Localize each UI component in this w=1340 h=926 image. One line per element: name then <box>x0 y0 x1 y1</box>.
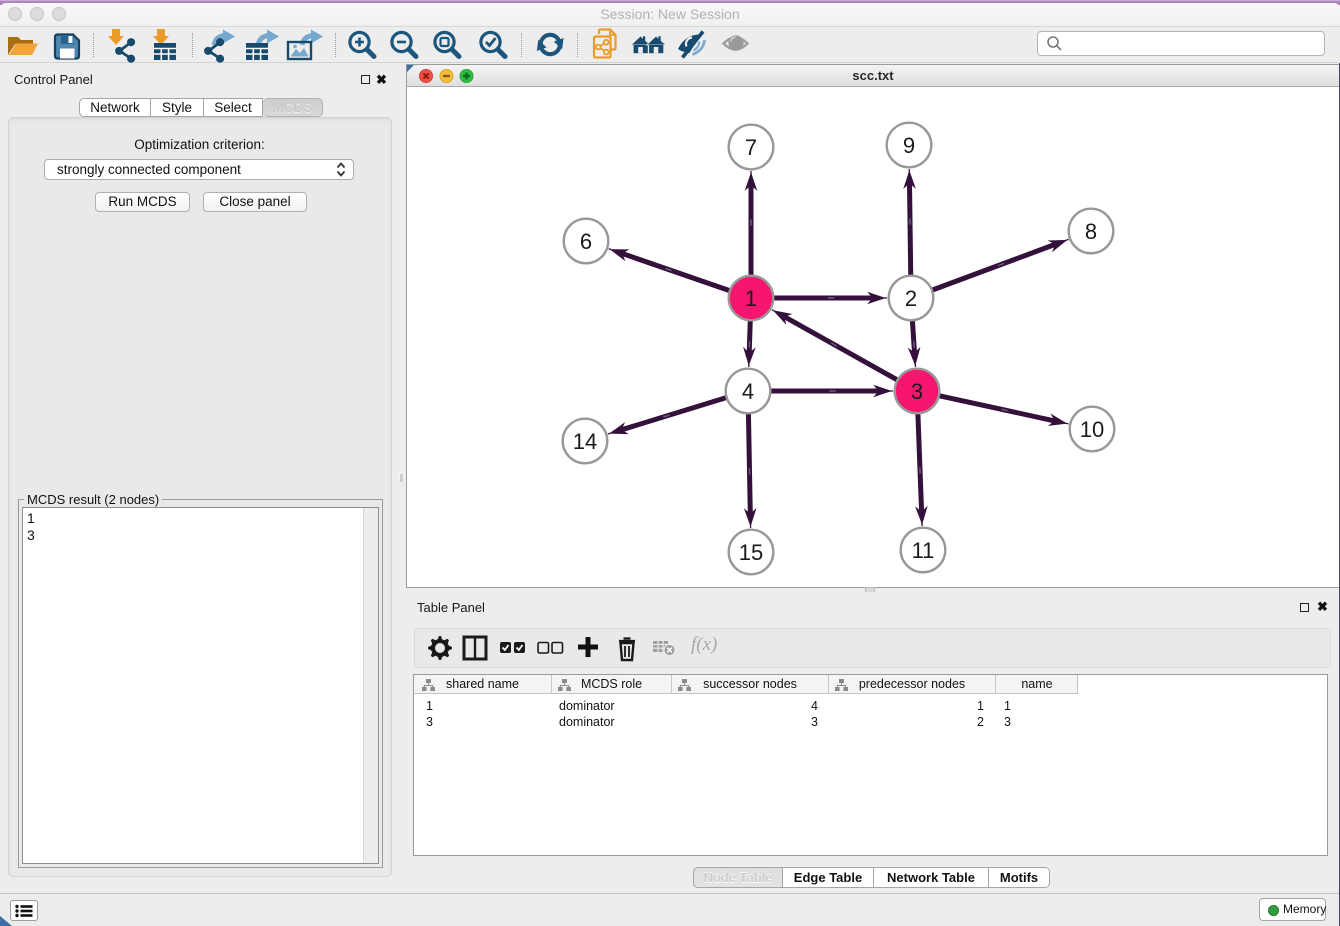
svg-text:10: 10 <box>1080 417 1104 442</box>
svg-text:1: 1 <box>745 286 757 311</box>
svg-text:11: 11 <box>912 538 935 563</box>
svg-text:14: 14 <box>573 429 597 454</box>
svg-text:7: 7 <box>745 135 757 160</box>
svg-text:8: 8 <box>1085 219 1097 244</box>
svg-text:3: 3 <box>911 379 923 404</box>
svg-text:6: 6 <box>580 229 592 254</box>
svg-text:9: 9 <box>903 133 915 158</box>
svg-text:4: 4 <box>742 379 754 404</box>
svg-text:15: 15 <box>739 540 763 565</box>
svg-text:2: 2 <box>905 286 917 311</box>
